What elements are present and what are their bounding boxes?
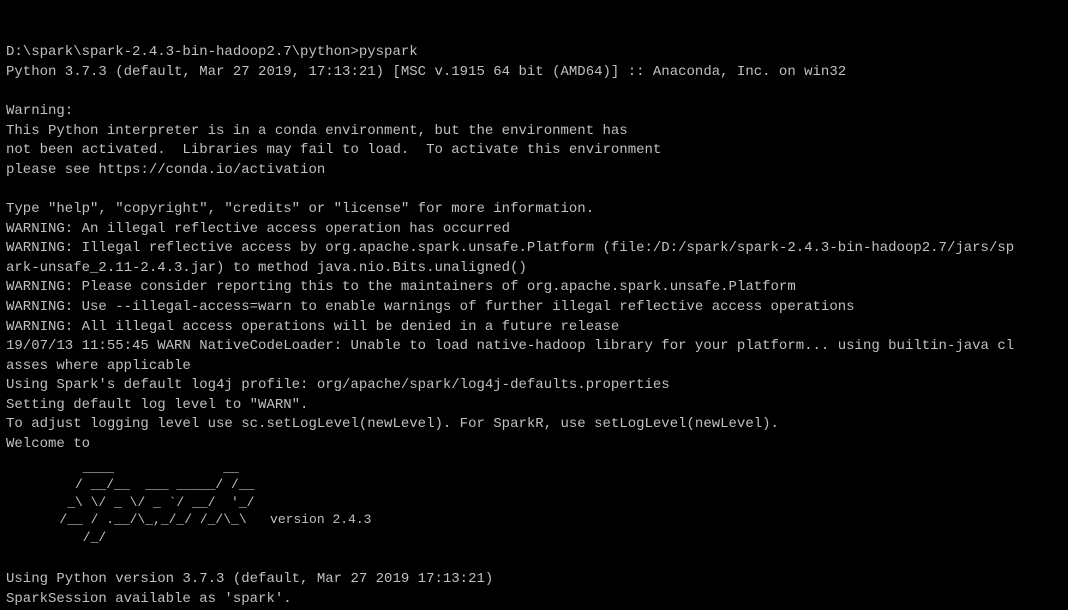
terminal-line: [6, 180, 1062, 200]
spark-logo-line: ____ __: [36, 459, 1062, 477]
terminal-line: WARNING: Use --illegal-access=warn to en…: [6, 298, 1062, 318]
terminal-line: D:\spark\spark-2.4.3-bin-hadoop2.7\pytho…: [6, 43, 1062, 63]
spark-logo-line: _\ \/ _ \/ _ `/ __/ '_/: [36, 494, 1062, 512]
terminal-line: Using Spark's default log4j profile: org…: [6, 376, 1062, 396]
terminal-line: Warning:: [6, 102, 1062, 122]
terminal-line: This Python interpreter is in a conda en…: [6, 122, 1062, 142]
terminal-line: asses where applicable: [6, 357, 1062, 377]
spark-logo: ____ __ / __/__ ___ _____/ /__ _\ \/ _ \…: [36, 459, 1062, 547]
terminal-line: please see https://conda.io/activation: [6, 161, 1062, 181]
terminal-line: [6, 550, 1062, 570]
terminal-line: To adjust logging level use sc.setLogLev…: [6, 415, 1062, 435]
terminal-line: SparkSession available as 'spark'.: [6, 590, 1062, 610]
terminal-line: WARNING: All illegal access operations w…: [6, 318, 1062, 338]
terminal-line: not been activated. Libraries may fail t…: [6, 141, 1062, 161]
terminal-line: ark-unsafe_2.11-2.4.3.jar) to method jav…: [6, 259, 1062, 279]
spark-logo-line: / __/__ ___ _____/ /__: [36, 476, 1062, 494]
terminal-line: Welcome to: [6, 435, 1062, 455]
terminal-line: WARNING: An illegal reflective access op…: [6, 220, 1062, 240]
terminal-line: Using Python version 3.7.3 (default, Mar…: [6, 570, 1062, 590]
terminal-line: Setting default log level to "WARN".: [6, 396, 1062, 416]
terminal-line: [6, 82, 1062, 102]
spark-logo-line: /_/: [36, 529, 1062, 547]
terminal-line: WARNING: Please consider reporting this …: [6, 278, 1062, 298]
terminal-line: 19/07/13 11:55:45 WARN NativeCodeLoader:…: [6, 337, 1062, 357]
spark-logo-line: /__ / .__/\_,_/_/ /_/\_\ version 2.4.3: [36, 511, 1062, 529]
terminal-line: WARNING: Illegal reflective access by or…: [6, 239, 1062, 259]
terminal-line: Python 3.7.3 (default, Mar 27 2019, 17:1…: [6, 63, 1062, 83]
terminal[interactable]: D:\spark\spark-2.4.3-bin-hadoop2.7\pytho…: [0, 0, 1068, 610]
terminal-line: Type "help", "copyright", "credits" or "…: [6, 200, 1062, 220]
